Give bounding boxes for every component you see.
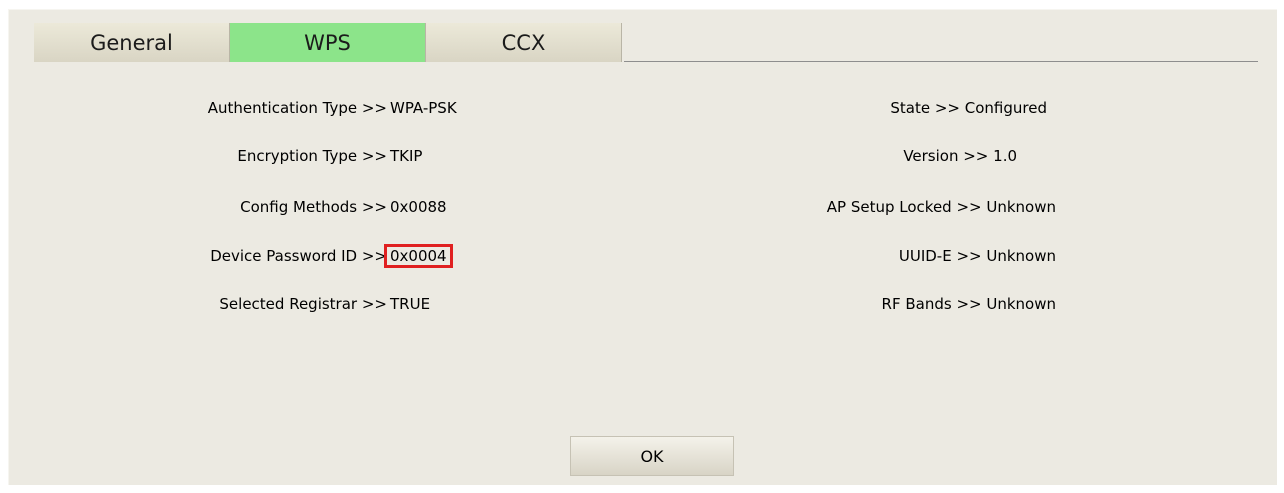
tab-divider	[624, 61, 1258, 62]
tab-ccx[interactable]: CCX	[426, 23, 622, 62]
tab-wps[interactable]: WPS	[230, 23, 426, 62]
rf-bands-field: RF Bands >> Unknown	[881, 295, 1056, 313]
tab-bar: General WPS CCX	[34, 23, 622, 63]
ap-setup-locked-field: AP Setup Locked >> Unknown	[826, 198, 1056, 216]
ok-button[interactable]: OK	[570, 436, 734, 476]
version-field: Version >> 1.0	[903, 147, 1017, 165]
uuid-e-field: UUID-E >> Unknown	[898, 247, 1056, 265]
state-field: State >> Configured	[890, 99, 1047, 117]
tab-general[interactable]: General	[34, 23, 230, 62]
